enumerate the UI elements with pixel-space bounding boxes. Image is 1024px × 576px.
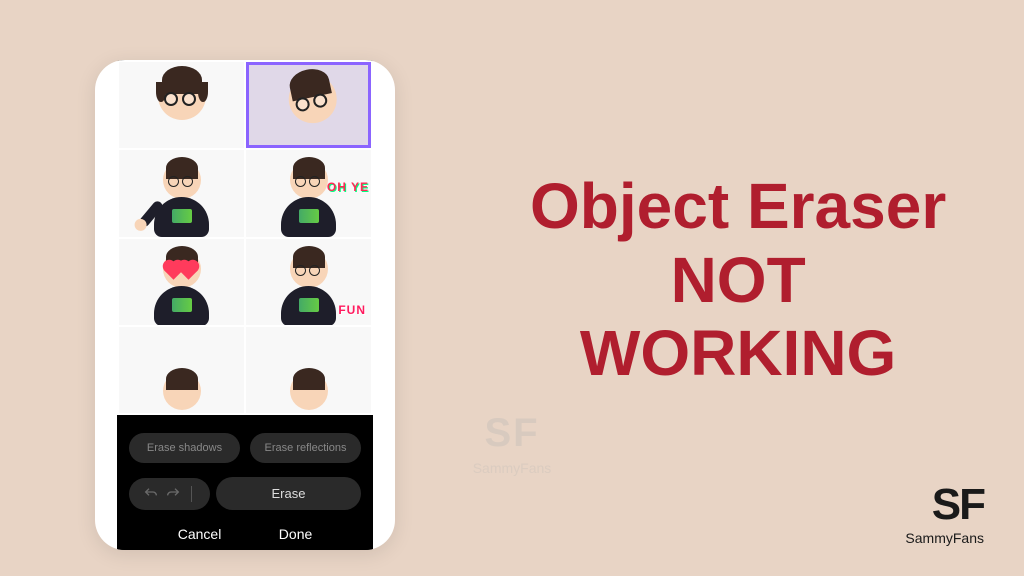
divider <box>191 486 192 502</box>
title-line-3: WORKING <box>580 317 896 389</box>
erase-reflections-button[interactable]: Erase reflections <box>250 433 361 463</box>
erase-shadows-button[interactable]: Erase shadows <box>129 433 240 463</box>
watermark-logo: SF <box>484 411 539 456</box>
overlay-text-fun: FUN <box>338 303 366 317</box>
undo-redo-group <box>129 478 210 510</box>
watermark-text: SammyFans <box>473 460 552 476</box>
brand-name-text: SammyFans <box>905 530 984 546</box>
overlay-text-oh-ye: OH YE <box>327 180 369 194</box>
title-line-2: NOT <box>671 244 806 316</box>
phone-screen: OH YE <box>117 60 373 550</box>
grid-item-partial-1[interactable] <box>119 327 244 413</box>
brand-logo-text: SF <box>932 480 984 530</box>
editor-controls: Erase shadows Erase reflections Erase Ca… <box>117 415 373 550</box>
brand-block: SF SammyFans <box>905 480 984 546</box>
redo-icon[interactable] <box>165 486 181 502</box>
grid-item-head-1[interactable] <box>119 62 244 148</box>
image-grid: OH YE <box>117 60 373 415</box>
grid-item-hearts[interactable] <box>119 239 244 325</box>
done-button[interactable]: Done <box>279 526 312 542</box>
grid-item-body-2[interactable]: OH YE <box>246 150 371 236</box>
phone-mockup: OH YE <box>95 60 395 550</box>
cancel-button[interactable]: Cancel <box>178 526 222 542</box>
grid-item-selected[interactable] <box>246 62 371 148</box>
article-title: Object Eraser NOT WORKING <box>530 170 946 391</box>
title-line-1: Object Eraser <box>530 170 946 242</box>
undo-icon[interactable] <box>143 486 159 502</box>
grid-item-body-1[interactable] <box>119 150 244 236</box>
grid-item-fun[interactable]: FUN <box>246 239 371 325</box>
grid-item-partial-2[interactable] <box>246 327 371 413</box>
erase-button[interactable]: Erase <box>216 477 361 510</box>
